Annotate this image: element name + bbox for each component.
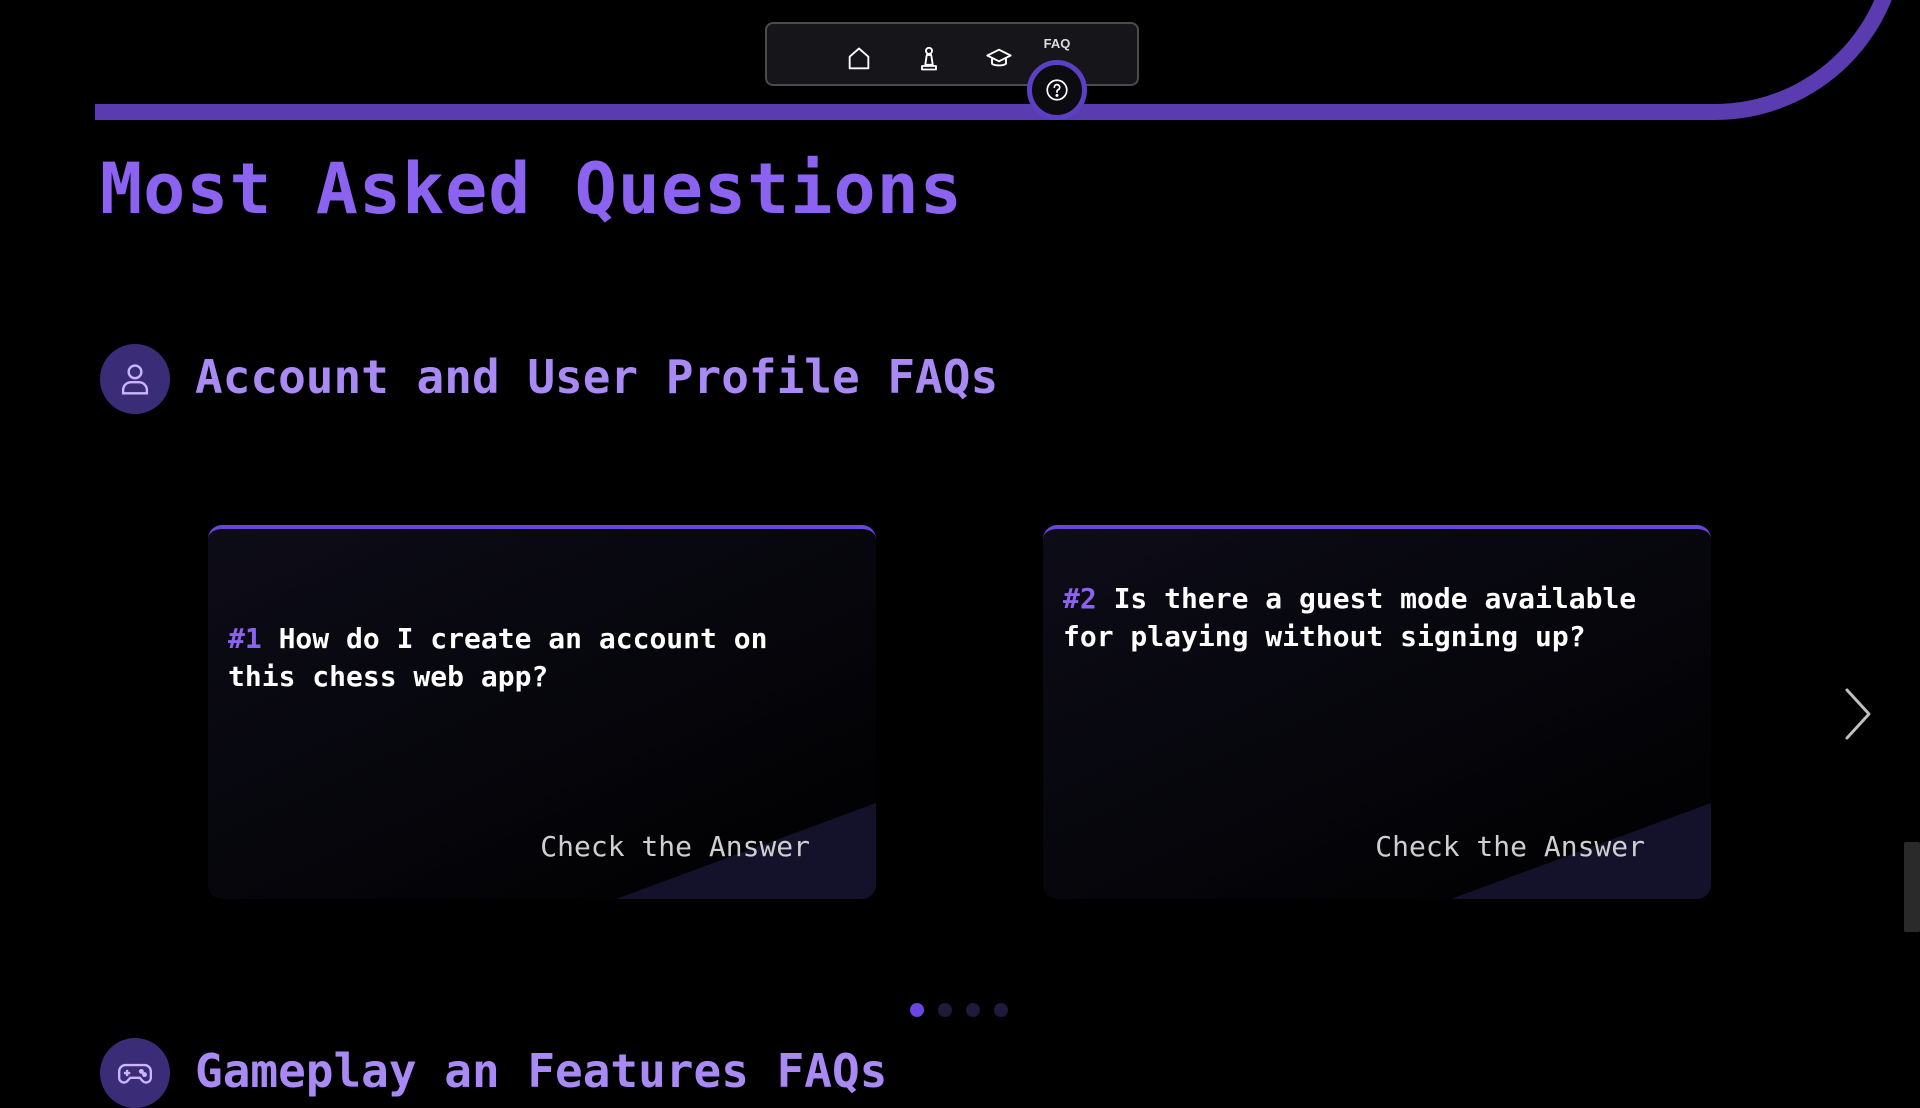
section-icon-gameplay <box>100 1038 170 1108</box>
nav-faq-label: FAQ <box>1043 36 1071 51</box>
nav-play[interactable] <box>912 42 946 76</box>
user-icon <box>121 364 149 395</box>
chess-pawn-icon <box>921 46 937 71</box>
graduation-cap-icon <box>986 48 1012 67</box>
nav-home[interactable] <box>842 42 876 76</box>
home-icon <box>848 47 870 70</box>
page-title: Most Asked Questions <box>100 148 963 230</box>
gamepad-icon <box>117 1063 153 1084</box>
section-title-account: Account and User Profile FAQs <box>195 350 999 404</box>
faq-card-1[interactable]: #1 How do I create an account on this ch… <box>208 525 876 899</box>
carousel-dot-2[interactable] <box>938 1003 952 1017</box>
carousel-dot-3[interactable] <box>966 1003 980 1017</box>
nav-faq[interactable] <box>1027 60 1087 120</box>
chevron-right-icon <box>1845 688 1871 740</box>
faq-card-2[interactable]: #2 Is there a guest mode available for p… <box>1043 525 1711 899</box>
carousel-dot-4[interactable] <box>994 1003 1008 1017</box>
card-number: #1 <box>228 622 262 655</box>
scrollbar-thumb[interactable] <box>1904 842 1920 932</box>
card-question: #1 How do I create an account on this ch… <box>228 620 816 696</box>
section-icon-account <box>100 344 170 414</box>
card-number: #2 <box>1063 582 1097 615</box>
carousel-dot-1[interactable] <box>910 1003 924 1017</box>
carousel-next-button[interactable] <box>1838 684 1878 744</box>
card-question-text: Is there a guest mode available for play… <box>1063 582 1637 653</box>
check-answer-link[interactable]: Check the Answer <box>1375 830 1645 863</box>
card-question-text: How do I create an account on this chess… <box>228 622 768 693</box>
nav-learn[interactable] <box>982 42 1016 76</box>
card-question: #2 Is there a guest mode available for p… <box>1063 580 1651 656</box>
carousel-pagination <box>910 1003 1008 1017</box>
section-title-gameplay: Gameplay an Features FAQs <box>195 1044 888 1098</box>
check-answer-link[interactable]: Check the Answer <box>540 830 810 863</box>
question-circle-icon <box>1046 79 1068 101</box>
